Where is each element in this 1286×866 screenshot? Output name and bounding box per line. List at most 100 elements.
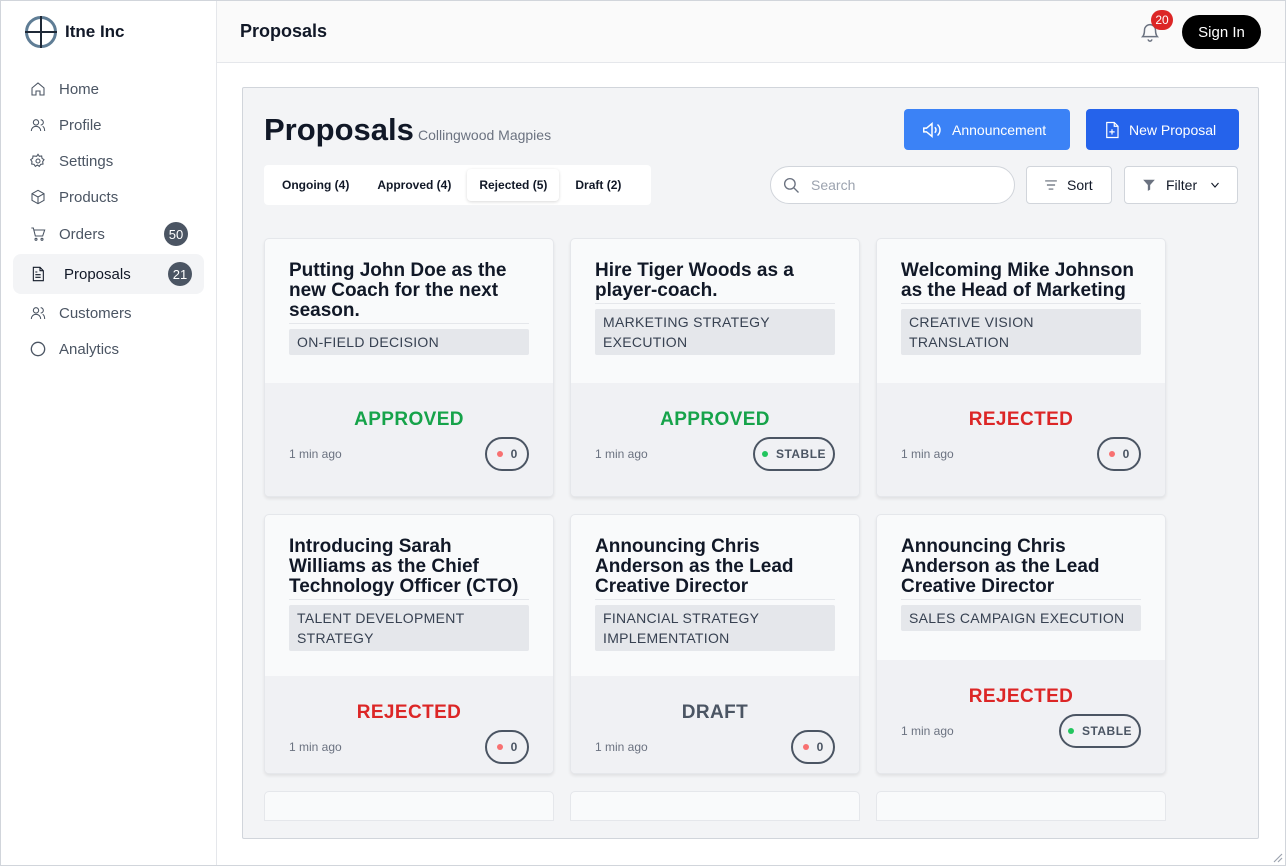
status-dot (1108, 451, 1115, 457)
sidebar-item-settings[interactable]: Settings (13, 143, 204, 179)
card-tag: MARKETING STRATEGY EXECUTION (595, 309, 835, 355)
sidebar-item-orders[interactable]: Orders 50 (13, 215, 204, 253)
vote-count-pill[interactable]: 0 (791, 730, 835, 764)
sidebar-item-profile[interactable]: Profile (13, 107, 204, 143)
card-header: Hire Tiger Woods as a player-coach. MARK… (571, 239, 859, 355)
search-input[interactable] (811, 177, 991, 193)
status-label: REJECTED (968, 686, 1074, 707)
sidebar-item-label: Profile (59, 116, 102, 134)
header-title: Proposals (240, 21, 328, 41)
orders-count-badge: 50 (164, 222, 188, 246)
resize-grip-icon[interactable] (1271, 851, 1283, 863)
status-label: APPROVED (660, 409, 770, 430)
proposal-card[interactable]: Introducing Sarah Williams as the Chief … (264, 514, 554, 774)
stability-pill[interactable]: STABLE (753, 437, 835, 471)
proposal-card[interactable]: Welcoming Mike Johnson as the Head of Ma… (876, 238, 1166, 497)
card-header: Welcoming Mike Johnson as the Head of Ma… (877, 239, 1165, 355)
tab-ongoing[interactable]: Ongoing (4) (270, 169, 361, 201)
proposal-card-clipped[interactable] (876, 791, 1166, 821)
timestamp: 1 min ago (595, 447, 648, 461)
sidebar-item-customers[interactable]: Customers (13, 295, 204, 331)
sidebar-item-label: Home (59, 80, 100, 98)
sort-button[interactable]: Sort (1026, 166, 1112, 204)
card-tag: FINANCIAL STRATEGY IMPLEMENTATION (595, 605, 835, 651)
timestamp: 1 min ago (289, 447, 342, 461)
sidebar-item-label: Products (59, 188, 119, 206)
sidebar-item-analytics[interactable]: Analytics (13, 331, 204, 367)
new-proposal-button[interactable]: New Proposal (1086, 109, 1239, 150)
sidebar-item-products[interactable]: Products (13, 179, 204, 215)
brand-name: Itne Inc (65, 22, 125, 41)
card-title: Hire Tiger Woods as a player-coach. (595, 261, 835, 304)
card-title: Welcoming Mike Johnson as the Head of Ma… (901, 261, 1141, 304)
gear-icon (30, 153, 46, 169)
page-title: Proposals (264, 112, 414, 147)
status-dot (496, 451, 503, 457)
proposal-card-clipped[interactable] (264, 791, 554, 821)
status-dot (761, 451, 768, 457)
vote-count-pill[interactable]: 0 (1097, 437, 1141, 471)
pill-label: 0 (1122, 447, 1130, 461)
card-footer: REJECTED 1 min ago STABLE (877, 660, 1165, 773)
sidebar-item-label: Settings (59, 152, 114, 170)
status-label: DRAFT (681, 702, 749, 723)
sign-in-button[interactable]: Sign In (1182, 15, 1261, 49)
card-tag: CREATIVE VISION TRANSLATION (901, 309, 1141, 355)
card-title: Putting John Doe as the new Coach for th… (289, 261, 529, 324)
card-title: Announcing Chris Anderson as the Lead Cr… (901, 537, 1141, 600)
proposal-card[interactable]: Announcing Chris Anderson as the Lead Cr… (876, 514, 1166, 774)
sidebar-nav: Home Profile Settings Products Orders 50 (1, 63, 216, 367)
card-footer: REJECTED 1 min ago 0 (877, 383, 1165, 496)
tab-rejected[interactable]: Rejected (5) (467, 169, 560, 201)
card-title: Announcing Chris Anderson as the Lead Cr… (595, 537, 835, 600)
brand[interactable]: Itne Inc (1, 1, 216, 63)
sidebar-item-proposals[interactable]: Proposals 21 (13, 254, 204, 294)
card-title: Introducing Sarah Williams as the Chief … (289, 537, 529, 600)
file-plus-icon (1106, 121, 1119, 138)
stability-pill[interactable]: STABLE (1059, 714, 1141, 748)
sidebar-item-label: Analytics (59, 340, 120, 358)
tab-approved[interactable]: Approved (4) (365, 169, 463, 201)
sort-label: Sort (1067, 177, 1093, 193)
chevron-down-icon (1211, 182, 1220, 188)
announcement-button[interactable]: Announcement (904, 109, 1070, 150)
pill-label: STABLE (1081, 724, 1133, 738)
vote-count-pill[interactable]: 0 (485, 730, 529, 764)
page-subtitle: Collingwood Magpies (418, 127, 552, 143)
vote-count-pill[interactable]: 0 (485, 437, 529, 471)
card-header: Announcing Chris Anderson as the Lead Cr… (571, 515, 859, 651)
users-icon (30, 305, 46, 321)
home-icon (30, 81, 46, 97)
status-label: REJECTED (968, 409, 1074, 430)
proposal-card[interactable]: Announcing Chris Anderson as the Lead Cr… (570, 514, 860, 774)
filter-dropdown[interactable]: Filter (1124, 166, 1238, 204)
sidebar: Itne Inc Home Profile Settings Products … (1, 1, 217, 865)
tab-draft[interactable]: Draft (2) (563, 169, 633, 201)
document-icon (30, 266, 46, 282)
crosshair-logo-icon (25, 16, 57, 48)
status-dot (1067, 728, 1074, 734)
card-footer: APPROVED 1 min ago 0 (265, 383, 553, 496)
app-window: Itne Inc Home Profile Settings Products … (0, 0, 1286, 866)
card-tag: ON-FIELD DECISION (289, 329, 529, 355)
top-header: Proposals 20 Sign In (217, 1, 1285, 63)
pill-label: 0 (510, 740, 518, 754)
sidebar-item-home[interactable]: Home (13, 71, 204, 107)
pill-label: 0 (816, 740, 824, 754)
pill-label: 0 (510, 447, 518, 461)
timestamp: 1 min ago (901, 447, 954, 461)
sidebar-item-label: Customers (59, 304, 132, 322)
proposal-card[interactable]: Putting John Doe as the new Coach for th… (264, 238, 554, 497)
sidebar-item-label: Orders (59, 225, 105, 243)
notification-count-badge: 20 (1151, 10, 1173, 30)
search-icon (783, 177, 799, 193)
sidebar-item-label: Proposals (64, 265, 131, 283)
proposals-count-badge: 21 (168, 262, 192, 286)
megaphone-icon (923, 121, 941, 138)
status-dot (802, 744, 809, 750)
proposal-card[interactable]: Hire Tiger Woods as a player-coach. MARK… (570, 238, 860, 497)
card-footer: DRAFT 1 min ago 0 (571, 676, 859, 773)
proposal-card-clipped[interactable] (570, 791, 860, 821)
card-header: Announcing Chris Anderson as the Lead Cr… (877, 515, 1165, 631)
status-label: REJECTED (356, 702, 462, 723)
